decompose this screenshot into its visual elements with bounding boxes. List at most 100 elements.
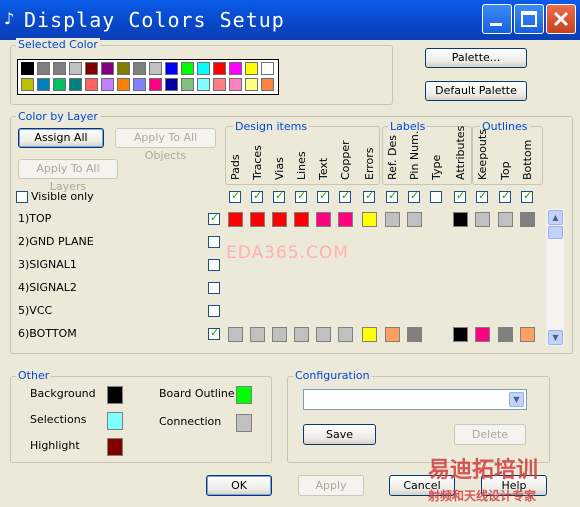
palette-swatch[interactable] bbox=[101, 78, 114, 91]
palette-swatch[interactable] bbox=[197, 62, 210, 75]
layer-color-swatch[interactable] bbox=[475, 212, 490, 227]
close-button[interactable] bbox=[546, 4, 576, 34]
layer-color-swatch[interactable] bbox=[453, 327, 468, 342]
scroll-up-button[interactable]: ▲ bbox=[548, 210, 563, 225]
palette-swatch[interactable] bbox=[149, 78, 162, 91]
layer-color-swatch[interactable] bbox=[294, 212, 309, 227]
layer-color-swatch[interactable] bbox=[338, 327, 353, 342]
layer-color-swatch[interactable] bbox=[453, 212, 468, 227]
layer-color-swatch[interactable] bbox=[385, 327, 400, 342]
layer-color-swatch[interactable] bbox=[385, 212, 400, 227]
palette-swatch[interactable] bbox=[21, 78, 34, 91]
apply-all-layers-button[interactable]: Apply To All Layers bbox=[18, 159, 118, 193]
palette-swatch[interactable] bbox=[261, 62, 274, 75]
layer-color-swatch[interactable] bbox=[316, 212, 331, 227]
palette-swatch[interactable] bbox=[133, 78, 146, 91]
palette-swatch[interactable] bbox=[85, 78, 98, 91]
palette-swatch[interactable] bbox=[229, 78, 242, 91]
column-checkbox[interactable] bbox=[251, 189, 263, 203]
column-checkbox[interactable] bbox=[386, 189, 398, 203]
layer-color-swatch[interactable] bbox=[272, 327, 287, 342]
layer-visible-checkbox[interactable] bbox=[208, 236, 220, 248]
visible-only-checkbox[interactable] bbox=[16, 191, 28, 203]
scroll-thumb[interactable] bbox=[548, 226, 563, 239]
layer-color-swatch[interactable] bbox=[338, 212, 353, 227]
layer-color-swatch[interactable] bbox=[272, 212, 287, 227]
layer-color-swatch[interactable] bbox=[250, 212, 265, 227]
column-checkbox[interactable] bbox=[363, 189, 375, 203]
configuration-dropdown-button[interactable]: ▼ bbox=[509, 392, 524, 407]
delete-button[interactable]: Delete bbox=[454, 424, 526, 445]
title-bar[interactable]: ♪ Display Colors Setup bbox=[0, 0, 580, 40]
layer-color-swatch[interactable] bbox=[407, 327, 422, 342]
layer-color-swatch[interactable] bbox=[362, 327, 377, 342]
palette-swatch[interactable] bbox=[37, 62, 50, 75]
layer-color-swatch[interactable] bbox=[228, 212, 243, 227]
layer-color-swatch[interactable] bbox=[498, 212, 513, 227]
layer-visible-checkbox[interactable] bbox=[208, 259, 220, 271]
column-checkbox[interactable] bbox=[339, 189, 351, 203]
palette-swatch[interactable] bbox=[261, 78, 274, 91]
column-checkbox[interactable] bbox=[476, 189, 488, 203]
palette-swatch[interactable] bbox=[117, 62, 130, 75]
save-button[interactable]: Save bbox=[303, 424, 376, 445]
layer-color-swatch[interactable] bbox=[498, 327, 513, 342]
palette-swatch[interactable] bbox=[165, 62, 178, 75]
palette-swatch[interactable] bbox=[181, 78, 194, 91]
column-checkbox[interactable] bbox=[408, 189, 420, 203]
palette-swatch[interactable] bbox=[37, 78, 50, 91]
column-checkbox[interactable] bbox=[317, 189, 329, 203]
layer-visible-checkbox[interactable] bbox=[208, 211, 220, 225]
palette-swatch[interactable] bbox=[181, 62, 194, 75]
palette-swatch[interactable] bbox=[245, 62, 258, 75]
palette-swatch[interactable] bbox=[117, 78, 130, 91]
layer-visible-checkbox[interactable] bbox=[208, 305, 220, 317]
apply-all-objects-button[interactable]: Apply To All Objects bbox=[115, 128, 216, 162]
column-checkbox[interactable] bbox=[521, 189, 533, 203]
other-color-swatch[interactable] bbox=[107, 438, 123, 456]
palette-swatch[interactable] bbox=[69, 62, 82, 75]
minimize-button[interactable] bbox=[482, 4, 512, 34]
palette-swatch[interactable] bbox=[133, 62, 146, 75]
palette-swatch[interactable] bbox=[165, 78, 178, 91]
layer-color-swatch[interactable] bbox=[475, 327, 490, 342]
palette-swatch[interactable] bbox=[85, 62, 98, 75]
palette-swatch[interactable] bbox=[197, 78, 210, 91]
layer-visible-checkbox[interactable] bbox=[208, 282, 220, 294]
other-color-swatch[interactable] bbox=[236, 414, 252, 432]
column-checkbox[interactable] bbox=[499, 189, 511, 203]
other-color-swatch[interactable] bbox=[107, 412, 123, 430]
column-checkbox[interactable] bbox=[273, 189, 285, 203]
layer-visible-checkbox[interactable] bbox=[208, 326, 220, 340]
palette-swatch[interactable] bbox=[149, 62, 162, 75]
layer-color-swatch[interactable] bbox=[407, 212, 422, 227]
layer-color-swatch[interactable] bbox=[520, 212, 535, 227]
layer-color-swatch[interactable] bbox=[316, 327, 331, 342]
palette-swatch[interactable] bbox=[229, 62, 242, 75]
palette-swatch[interactable] bbox=[69, 78, 82, 91]
other-color-swatch[interactable] bbox=[236, 386, 252, 404]
apply-button[interactable]: Apply bbox=[298, 475, 364, 496]
assign-all-button[interactable]: Assign All bbox=[18, 128, 104, 148]
palette-swatch[interactable] bbox=[101, 62, 114, 75]
default-palette-button[interactable]: Default Palette bbox=[425, 81, 527, 101]
palette-swatch[interactable] bbox=[245, 78, 258, 91]
palette-button[interactable]: Palette... bbox=[425, 48, 527, 68]
palette-swatch[interactable] bbox=[20, 61, 35, 76]
column-checkbox[interactable] bbox=[295, 189, 307, 203]
maximize-button[interactable] bbox=[514, 4, 544, 34]
palette-swatch[interactable] bbox=[53, 62, 66, 75]
layer-color-swatch[interactable] bbox=[228, 327, 243, 342]
layer-scrollbar[interactable]: ▲ ▼ bbox=[546, 209, 564, 346]
configuration-combobox[interactable]: ▼ bbox=[303, 389, 527, 410]
column-checkbox[interactable] bbox=[430, 191, 442, 203]
layer-color-swatch[interactable] bbox=[362, 212, 377, 227]
layer-color-swatch[interactable] bbox=[294, 327, 309, 342]
column-checkbox[interactable] bbox=[229, 189, 241, 203]
palette-swatch[interactable] bbox=[213, 78, 226, 91]
scroll-down-button[interactable]: ▼ bbox=[548, 330, 563, 345]
layer-color-swatch[interactable] bbox=[520, 327, 535, 342]
ok-button[interactable]: OK bbox=[206, 475, 272, 496]
layer-color-swatch[interactable] bbox=[250, 327, 265, 342]
palette-swatch[interactable] bbox=[53, 78, 66, 91]
